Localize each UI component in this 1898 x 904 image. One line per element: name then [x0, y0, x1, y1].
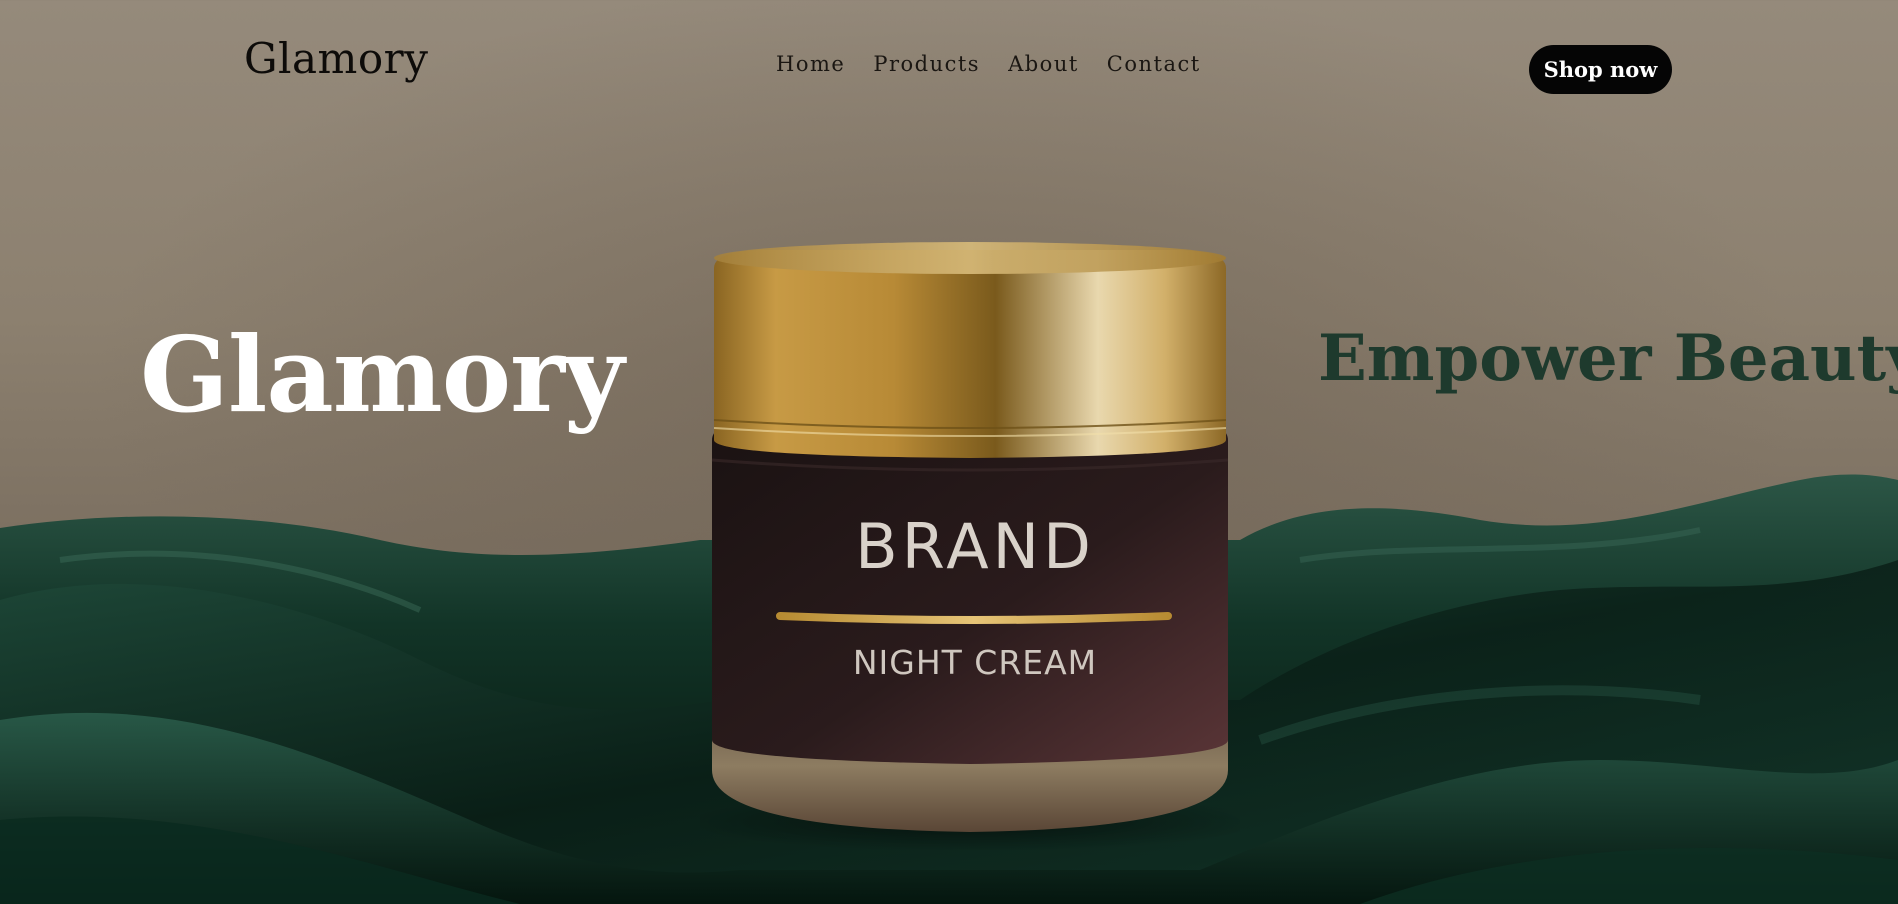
hero-tagline: Empower Beauty — [1318, 321, 1898, 397]
nav-links: Home Products About Contact — [776, 54, 1201, 75]
hero-brand-title: Glamory — [140, 312, 624, 436]
jar-label-name: NIGHT CREAM — [853, 643, 1097, 682]
nav-link-contact[interactable]: Contact — [1107, 54, 1201, 75]
shop-now-button[interactable]: Shop now — [1529, 45, 1672, 94]
nav-link-about[interactable]: About — [1008, 54, 1079, 75]
product-jar-image: BRAND NIGHT CREAM — [700, 242, 1240, 850]
jar-label-brand: BRAND — [855, 510, 1095, 583]
nav-link-products[interactable]: Products — [873, 54, 980, 75]
nav-link-home[interactable]: Home — [776, 54, 845, 75]
nav-logo[interactable]: Glamory — [244, 38, 428, 80]
navbar: Glamory Home Products About Contact Shop… — [0, 0, 1898, 140]
